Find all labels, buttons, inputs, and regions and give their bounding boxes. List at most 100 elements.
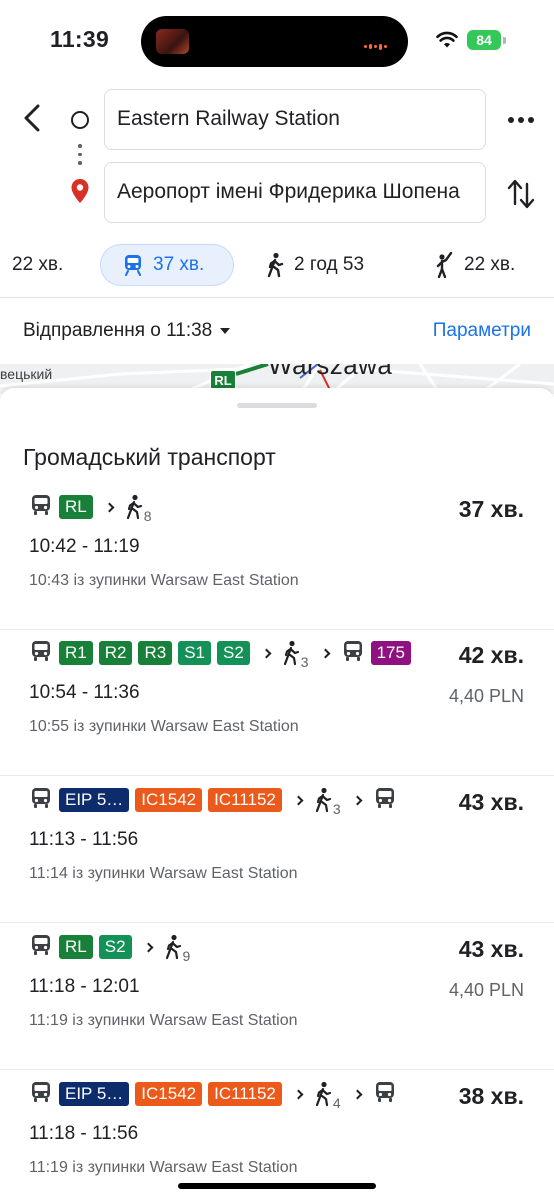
- route-option[interactable]: R1 R2 R3 S1 S2 3 175 42 хв. 10:54 - 11:36 4,40 PL…: [0, 630, 554, 776]
- tab-transit[interactable]: 37 хв.: [100, 244, 234, 286]
- route-duration: 43 хв.: [458, 936, 524, 962]
- route-option[interactable]: RL 8 37 хв. 10:42 - 11:19 10:43 із зупинки W…: [0, 484, 554, 630]
- route-times: 10:54 - 11:36: [29, 682, 140, 703]
- walking-icon: 4: [314, 1081, 341, 1111]
- swap-directions-icon[interactable]: [506, 176, 536, 212]
- bus-icon: [341, 639, 365, 668]
- departure-time-dropdown[interactable]: Відправлення о 11:38: [23, 320, 231, 342]
- caret-down-icon: [220, 328, 231, 334]
- sheet-grabber[interactable]: [237, 403, 317, 408]
- walk-minutes: 9: [182, 948, 191, 964]
- line-badge: IC1542: [135, 1082, 203, 1106]
- chevron-right-icon: [293, 795, 304, 805]
- map-label: вецький: [0, 366, 53, 382]
- divider: [0, 775, 554, 776]
- wifi-icon: [436, 31, 458, 48]
- tab-driving[interactable]: 22 хв.: [0, 244, 63, 286]
- route-stop: 10:55 із зупинки Warsaw East Station: [29, 718, 299, 735]
- back-arrow-icon[interactable]: [18, 100, 48, 136]
- line-badge: RL: [59, 495, 93, 519]
- route-legs: EIP 5… IC1542 IC11152 3: [29, 785, 397, 817]
- tab-walking[interactable]: 2 год 53: [266, 244, 364, 286]
- line-badge: R2: [98, 641, 133, 665]
- line-badge: IC11152: [208, 788, 282, 812]
- route-duration: 38 хв.: [458, 1083, 524, 1109]
- route-dots-icon: [78, 144, 82, 170]
- route-stop: 11:19 із зупинки Warsaw East Station: [29, 1159, 298, 1176]
- tab-driving-label: 22 хв.: [12, 254, 64, 275]
- chevron-right-icon: [352, 795, 363, 805]
- walk-minutes: 3: [300, 654, 309, 670]
- line-badge: S2: [217, 641, 250, 665]
- line-badge: IC1542: [135, 788, 203, 812]
- now-playing-artwork: [156, 29, 189, 54]
- origin-circle-icon: [71, 111, 89, 129]
- train-icon: [29, 933, 53, 962]
- route-legs: RL S2 9: [29, 932, 190, 964]
- route-legs: R1 R2 R3 S1 S2 3 175: [29, 638, 411, 670]
- route-duration: 37 хв.: [458, 496, 524, 522]
- route-option[interactable]: EIP 5… IC1542 IC11152 3 43 хв. 11:13 - 11:56 1…: [0, 777, 554, 923]
- origin-input[interactable]: Eastern Railway Station: [104, 89, 486, 150]
- walk-minutes: 8: [143, 508, 152, 524]
- train-icon: [29, 1080, 53, 1109]
- route-price: 4,40 PLN: [448, 686, 524, 706]
- line-badge: RL: [59, 935, 93, 959]
- route-times: 11:18 - 12:01: [29, 976, 140, 997]
- route-duration: 43 хв.: [458, 789, 524, 815]
- divider: [0, 922, 554, 923]
- train-icon: [29, 639, 53, 668]
- route-duration: 42 хв.: [458, 642, 524, 668]
- battery-tip: [503, 37, 506, 44]
- walking-icon: 3: [314, 787, 341, 817]
- route-stop: 11:19 із зупинки Warsaw East Station: [29, 1012, 298, 1029]
- bus-icon: [373, 1080, 397, 1109]
- audio-waveform-icon: [364, 38, 390, 50]
- route-stop: 11:14 із зупинки Warsaw East Station: [29, 865, 298, 882]
- tab-ride-hailing-label: 22 хв.: [464, 254, 516, 275]
- line-badge: R1: [59, 641, 93, 665]
- chevron-right-icon: [261, 648, 272, 658]
- more-options-icon[interactable]: [506, 108, 536, 132]
- route-times: 11:18 - 11:56: [29, 1123, 139, 1144]
- map-city-label: Warszawa: [268, 364, 393, 380]
- options-button[interactable]: Параметри: [433, 320, 531, 342]
- route-legs: EIP 5… IC1542 IC11152 4: [29, 1079, 397, 1111]
- walking-icon: 8: [125, 494, 152, 524]
- train-icon: [29, 786, 53, 815]
- departure-time-label: Відправлення о 11:38: [23, 320, 213, 341]
- line-badge: EIP 5…: [59, 788, 130, 812]
- status-bar: 11:39 84: [0, 0, 554, 84]
- section-title: Громадський транспорт: [23, 444, 276, 470]
- home-indicator[interactable]: [178, 1183, 376, 1189]
- destination-pin-icon: [71, 179, 89, 203]
- line-badge: R3: [138, 641, 173, 665]
- dynamic-island[interactable]: [141, 16, 408, 67]
- route-option[interactable]: EIP 5… IC1542 IC11152 4 38 хв. 11:18 - 11:56 1…: [0, 1071, 554, 1200]
- chevron-right-icon: [352, 1089, 363, 1099]
- bus-line-badge: 175: [370, 641, 411, 665]
- walking-icon: [267, 252, 284, 278]
- hail-ride-icon: [436, 252, 453, 278]
- line-badge: IC11152: [208, 1082, 282, 1106]
- chevron-right-icon: [143, 942, 153, 952]
- walk-minutes: 4: [332, 1095, 341, 1111]
- walk-minutes: 3: [332, 801, 341, 817]
- battery-indicator: 84: [467, 30, 501, 50]
- line-badge: EIP 5…: [59, 1082, 130, 1106]
- tab-ride-hailing[interactable]: 22 хв.: [434, 244, 515, 286]
- train-icon: [29, 493, 53, 522]
- route-stop: 10:43 із зупинки Warsaw East Station: [29, 572, 299, 589]
- route-option[interactable]: RL S2 9 43 хв. 11:18 - 12:01 4,40 PLN 11:19 із…: [0, 924, 554, 1070]
- walking-icon: 9: [164, 934, 190, 964]
- bus-icon: [373, 786, 397, 815]
- route-legs: RL 8: [29, 492, 152, 524]
- status-time: 11:39: [50, 26, 110, 52]
- destination-input[interactable]: Аеропорт імені Фридерика Шопена: [104, 162, 486, 223]
- tab-transit-label: 37 хв.: [153, 254, 205, 275]
- divider: [0, 297, 554, 298]
- route-times: 10:42 - 11:19: [29, 536, 140, 557]
- travel-mode-tabs: 22 хв. 37 хв. 2 год 53 22 хв.: [0, 244, 554, 288]
- train-icon: [125, 255, 141, 276]
- line-badge: S1: [178, 641, 211, 665]
